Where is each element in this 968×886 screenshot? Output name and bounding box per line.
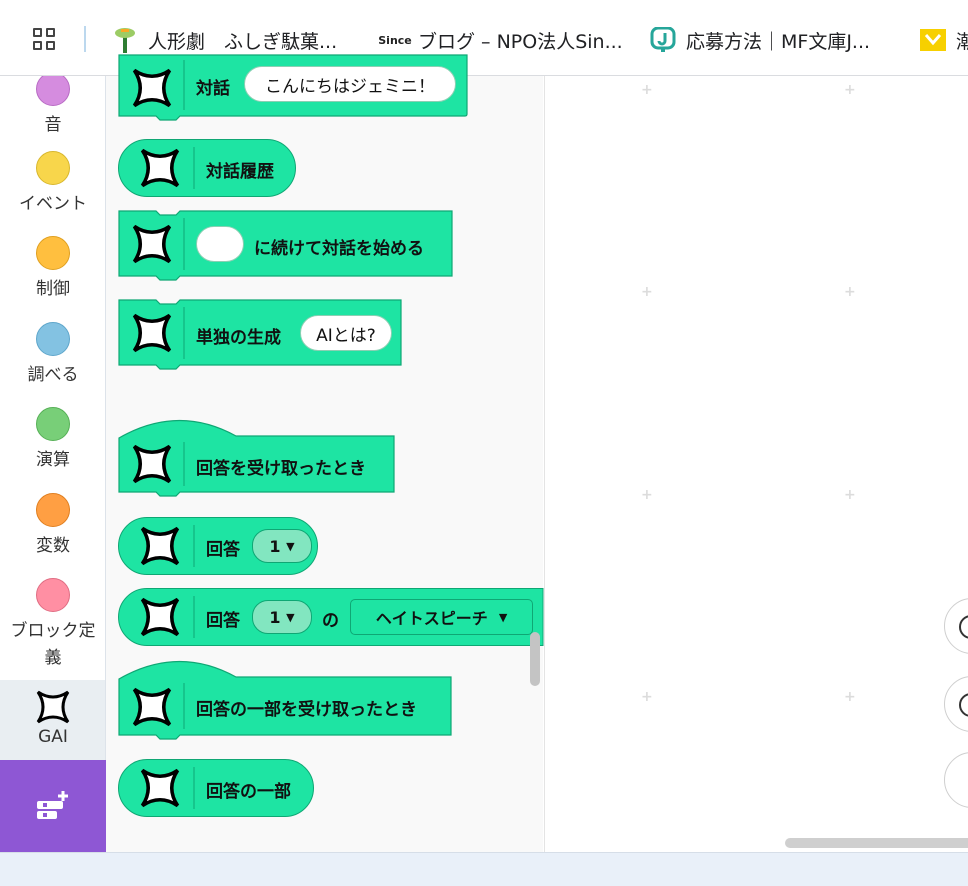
block-when-partial-received[interactable]: 回答の一部を受け取ったとき [118, 657, 452, 740]
workspace-scrollbar[interactable] [785, 838, 968, 848]
bookmark-item-npo-blog[interactable]: Since ブログ – NPO法人Sin... [378, 27, 623, 53]
category-label: 制御 [36, 279, 70, 299]
category-dot [36, 236, 70, 270]
category-dropdown[interactable]: ヘイトスピーチ ▼ [350, 599, 533, 635]
apps-grid-icon[interactable] [33, 28, 57, 52]
j-logo [650, 27, 676, 53]
dropdown-value: 1 [269, 536, 281, 556]
grid-dot: + [844, 487, 856, 503]
category-label: 演算 [36, 450, 70, 470]
grid-dot: + [641, 689, 653, 705]
grid-dot: + [844, 284, 856, 300]
tree-icon [112, 27, 138, 53]
sparkle-icon [140, 148, 180, 188]
category-dot [36, 407, 70, 441]
sparkle-icon [140, 768, 180, 808]
category-dot [36, 493, 70, 527]
block-single-generation[interactable]: 単独の生成 AIとは? [118, 299, 403, 377]
category-label: 音 [44, 115, 62, 135]
response-index-dropdown[interactable]: 1 ▼ [252, 529, 312, 563]
bookmark-label: ブログ – NPO法人Sin... [418, 30, 623, 53]
bookmark-item-partial[interactable]: 潮 [920, 27, 968, 53]
block-label: 回答 [206, 540, 240, 560]
caret-down-icon: ▼ [498, 610, 508, 624]
category-label: GAI [38, 727, 68, 747]
zoom-in-icon [959, 615, 968, 639]
category-label: 調べる [27, 365, 79, 385]
block-response-category[interactable]: 回答 1 ▼ の ヘイトスピーチ ▼ [118, 588, 544, 646]
category-dot [36, 578, 70, 612]
sparkle-icon [140, 526, 180, 566]
prompt-input[interactable]: AIとは? [300, 315, 392, 351]
code-workspace[interactable]: + + + + + + + + [544, 76, 968, 852]
block-label: 回答の一部を受け取ったとき [196, 700, 417, 720]
category-events[interactable]: イベント [0, 151, 105, 217]
grid-dot: + [641, 487, 653, 503]
bookmark-label: 応募方法｜MF文庫J... [686, 30, 871, 53]
grid-dot: + [641, 284, 653, 300]
since-logo-text: Since [378, 33, 412, 47]
block-label: 対話 [196, 79, 230, 99]
dropdown-value: ヘイトスピーチ [375, 609, 488, 628]
sparkle-icon [132, 224, 172, 264]
bookmark-label: 人形劇 ふしぎ駄菓... [148, 30, 338, 53]
dialogue-input[interactable] [196, 226, 244, 262]
block-dialogue[interactable]: 対話 こんにちはジェミニ！ [118, 54, 468, 126]
category-dot [36, 76, 70, 106]
category-menu: 音 イベント 制御 調べる 演算 変数 ブロック定義 GAI [0, 76, 106, 852]
sparkle-icon [36, 690, 70, 724]
category-dot [36, 151, 70, 185]
palette-scrollbar[interactable] [530, 632, 540, 686]
sparkle-icon [132, 68, 172, 108]
bookmark-item-mf-bunko[interactable]: 応募方法｜MF文庫J... [650, 27, 870, 53]
sparkle-icon [132, 313, 172, 353]
block-continue-dialogue[interactable]: に続けて対話を始める [118, 210, 453, 282]
category-control[interactable]: 制御 [0, 236, 105, 302]
response-index-dropdown[interactable]: 1 ▼ [252, 600, 312, 634]
block-dialogue-history[interactable]: 対話履歴 [118, 139, 296, 197]
category-dot [36, 322, 70, 356]
block-when-response-received[interactable]: 回答を受け取ったとき [118, 416, 396, 497]
block-label: 対話履歴 [206, 162, 274, 182]
block-label: 回答を受け取ったとき [196, 459, 366, 479]
sparkle-icon [140, 597, 180, 637]
category-label: イベント [19, 194, 87, 214]
grid-dot: + [641, 82, 653, 98]
bottom-bar [0, 852, 968, 886]
category-sound[interactable]: 音 [0, 76, 105, 138]
category-variables[interactable]: 変数 [0, 493, 105, 559]
block-label-of: の [322, 611, 339, 631]
category-gai[interactable]: GAI [0, 680, 105, 760]
block-label: に続けて対話を始める [254, 239, 424, 259]
zoom-out-icon [959, 693, 968, 717]
bookmark-separator [84, 26, 86, 52]
block-response[interactable]: 回答 1 ▼ [118, 517, 318, 575]
yellow-logo [920, 29, 946, 51]
add-extension-button[interactable] [0, 760, 106, 852]
bookmark-item-puppet-show[interactable]: 人形劇 ふしぎ駄菓... [112, 27, 337, 53]
block-label: 回答の一部 [206, 782, 291, 802]
caret-down-icon: ▼ [286, 539, 295, 553]
block-label: 単独の生成 [196, 328, 281, 348]
sparkle-icon [132, 444, 172, 484]
text-input[interactable]: こんにちはジェミニ！ [244, 66, 456, 102]
dropdown-value: 1 [269, 607, 281, 627]
block-partial-response[interactable]: 回答の一部 [118, 759, 314, 817]
bookmark-label: 潮 [956, 30, 968, 53]
grid-dot: + [844, 689, 856, 705]
grid-dot: + [844, 82, 856, 98]
caret-down-icon: ▼ [286, 610, 295, 624]
category-label: 変数 [36, 536, 70, 556]
block-label: 回答 [206, 611, 240, 631]
add-extension-icon [37, 791, 68, 819]
category-label: ブロック定義 [10, 621, 96, 668]
sparkle-icon [132, 687, 172, 727]
category-operators[interactable]: 演算 [0, 407, 105, 473]
since-logo: Since [378, 34, 412, 47]
category-my-blocks[interactable]: ブロック定義 [0, 578, 105, 672]
category-sensing[interactable]: 調べる [0, 322, 105, 388]
